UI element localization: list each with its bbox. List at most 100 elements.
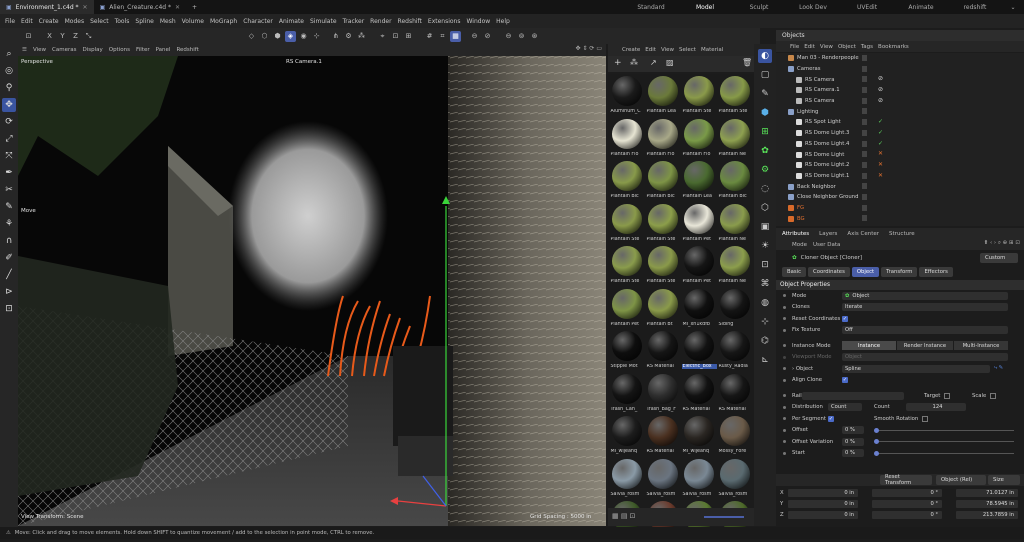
camera-icon[interactable]: ▣ [758, 220, 772, 234]
material-swatch[interactable]: Salvia_rosm [717, 457, 753, 500]
object-row[interactable]: Close Neighbor Ground [776, 192, 1024, 203]
subtab-basic[interactable]: Basic [782, 267, 807, 277]
material-swatch[interactable]: RS Material [645, 329, 681, 372]
material-swatch[interactable]: Plantain Bt [645, 287, 681, 330]
smooth-rotation-checkbox[interactable] [922, 415, 928, 422]
transform-tool-icon[interactable]: ⤧ [2, 149, 16, 163]
material-swatch[interactable]: RS Material [717, 372, 753, 415]
visibility-toggle[interactable] [862, 129, 867, 136]
live-select-icon[interactable]: ⚲ [2, 81, 16, 95]
material-swatch[interactable]: Plantain Ste [645, 244, 681, 287]
object-row[interactable]: RS Camera ⊘ [776, 96, 1024, 107]
visibility-toggle[interactable] [862, 87, 867, 94]
multi-instance-option[interactable]: Multi-Instance [954, 341, 1008, 350]
rail-field[interactable] [802, 391, 904, 400]
material-swatch[interactable]: RS Material [681, 372, 717, 415]
material-material-menu[interactable]: Material [701, 47, 723, 53]
menu-redshift[interactable]: Redshift [398, 18, 422, 25]
count-field[interactable]: 124 [906, 403, 966, 412]
mesh-mode-icon[interactable]: ⬡ [259, 31, 270, 42]
tab-axis-center[interactable]: Axis Center [847, 231, 879, 237]
axis-x-button[interactable]: X [44, 31, 55, 42]
points-mode-icon[interactable]: ⬢ [272, 31, 283, 42]
tag-icon[interactable]: ⬡ [758, 201, 772, 215]
scale-tool-icon[interactable]: ⤢ [2, 132, 16, 146]
coordinate-pos-field[interactable]: 0 in [788, 510, 858, 519]
viewport-cameras-menu[interactable]: Cameras [52, 47, 76, 53]
deformer-icon[interactable]: ◌ [758, 182, 772, 196]
menu-mograph[interactable]: MoGraph [210, 18, 237, 25]
document-tab[interactable]: ▣ Environment_1.c4d * ✕ [0, 0, 94, 14]
plus-icon[interactable]: + [186, 0, 203, 14]
subdivision-icon[interactable]: ⊞ [758, 125, 772, 139]
menu-volume[interactable]: Volume [182, 18, 204, 25]
material-swatch[interactable]: Plantain Ste [609, 202, 645, 245]
visibility-toggle[interactable] [862, 215, 867, 222]
tweak-icon[interactable]: ⁂ [356, 31, 367, 42]
object-row[interactable]: FG [776, 203, 1024, 214]
material-swatch[interactable]: Trash_Bag_F [645, 372, 681, 415]
primitive-cube-icon[interactable]: ⬢ [758, 106, 772, 120]
measure-icon[interactable]: ⊾ [758, 353, 772, 367]
render-settings-icon[interactable]: ⊛ [529, 31, 540, 42]
viewport-options-menu[interactable]: Options [109, 47, 130, 53]
object-row[interactable]: RS Camera ⊘ [776, 74, 1024, 85]
offset-variation-field[interactable]: 0 % [842, 437, 864, 446]
material-swatch[interactable]: Salvia_rosm [609, 457, 645, 500]
material-swatch[interactable]: RS Material [645, 414, 681, 457]
objects-bookmarks-menu[interactable]: Bookmarks [878, 44, 909, 50]
target-checkbox[interactable] [944, 392, 950, 399]
quantize-icon[interactable]: ⊡ [390, 31, 401, 42]
coordinate-pos-field[interactable]: 0 in [788, 499, 858, 508]
axis-z-button[interactable]: Z [70, 31, 81, 42]
material-swatch[interactable]: Plantain Ne [717, 117, 753, 160]
menu-window[interactable]: Window [467, 18, 491, 25]
layout-lookdev[interactable]: Look Dev [786, 4, 840, 11]
enable-status-icon[interactable]: ✓ [878, 118, 883, 125]
grid-icon[interactable]: # [424, 31, 435, 42]
scene-nodes-icon[interactable]: ⌬ [758, 334, 772, 348]
object-row[interactable]: RS Camera.1 ⊘ [776, 85, 1024, 96]
visibility-toggle[interactable] [862, 108, 867, 115]
material-preview-icon[interactable]: ▨ [666, 58, 674, 67]
line-cut-icon[interactable]: ╱ [2, 268, 16, 282]
menu-animate[interactable]: Animate [279, 18, 304, 25]
material-swatch[interactable]: MI_wijeanq [609, 414, 645, 457]
sculpt-tool-icon[interactable]: ✐ [2, 251, 16, 265]
instance-option[interactable]: Instance [842, 341, 896, 350]
move-tool-icon[interactable]: ✥ [2, 98, 16, 112]
brush-tool-icon[interactable]: ✎ [2, 200, 16, 214]
menu-simulate[interactable]: Simulate [310, 18, 337, 25]
pen-tool-icon[interactable]: ✒ [2, 166, 16, 180]
object-link-field[interactable]: Spline [842, 364, 990, 373]
trash-icon[interactable]: 🗑 [742, 58, 752, 67]
menu-spline[interactable]: Spline [135, 18, 153, 25]
distribution-dropdown[interactable]: Count [828, 403, 862, 412]
viewport-view-menu[interactable]: View [33, 47, 46, 53]
cloner-mode-icon[interactable]: ◐ [758, 49, 772, 63]
scale-checkbox[interactable] [990, 392, 996, 399]
menu-render[interactable]: Render [370, 18, 391, 25]
align-grid-icon[interactable]: ▦ [450, 30, 461, 42]
menu-select[interactable]: Select [90, 18, 109, 25]
material-swatch[interactable]: MI_xh1kdfb [681, 287, 717, 330]
layout-redshift[interactable]: redshift [948, 4, 1002, 11]
polygon-pen-icon[interactable]: ⊳ [2, 285, 16, 299]
view-grid-icon[interactable]: ▦ ▤ ⊡ [612, 512, 636, 520]
material-swatch[interactable]: Plantain Lea [645, 74, 681, 117]
scene-icon[interactable]: ⊡ [758, 258, 772, 272]
material-swatch[interactable]: Plantain Ste [681, 74, 717, 117]
coordinate-rot-field[interactable]: 0 ° [872, 499, 942, 508]
material-swatch[interactable]: Plantain Bic [609, 159, 645, 202]
thumbnail-size-slider[interactable] [704, 516, 744, 518]
material-swatch[interactable]: Plantain Bic [645, 159, 681, 202]
link-icon[interactable]: ⤷ ✎ [994, 365, 1003, 372]
visibility-toggle[interactable] [862, 55, 867, 61]
enable-status-icon[interactable]: ⊘ [878, 97, 883, 104]
object-row[interactable]: RS Dome Light.2 ✕ [776, 160, 1024, 171]
enable-status-icon[interactable]: ✕ [878, 161, 883, 168]
material-swatch[interactable]: Plantain Lea [681, 159, 717, 202]
coordinate-size-field[interactable]: 71.0127 in [956, 488, 1018, 497]
material-swatch[interactable]: Plantain Flo [645, 117, 681, 160]
material-swatch[interactable]: Stipple Mot [609, 329, 645, 372]
